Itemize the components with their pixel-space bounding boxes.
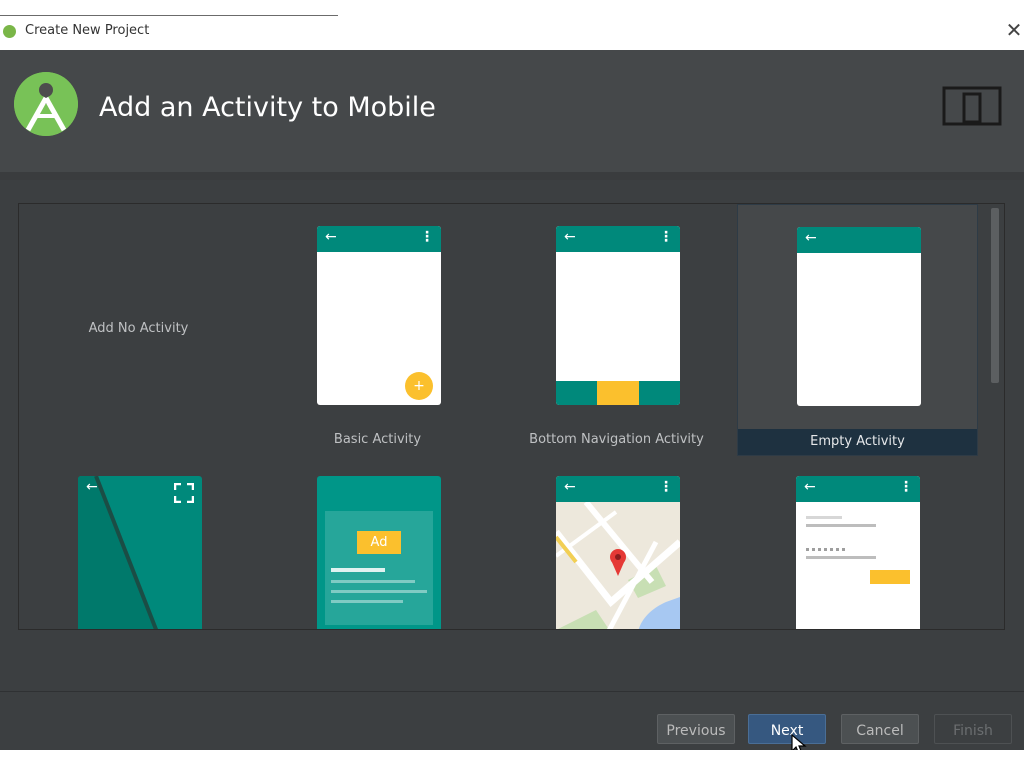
template-add-no-activity[interactable]: Add No Activity [19,204,258,454]
template-label: Basic Activity [333,432,422,447]
app-bar: ← ⋮ [556,476,680,502]
back-arrow-icon: ← [564,479,576,495]
app-bar: ← [797,227,921,253]
password-placeholder [806,548,846,551]
template-empty-activity[interactable]: ← Empty Activity [737,204,978,456]
template-thumbnail: ← ⋮ [556,476,680,629]
fullscreen-icon [174,483,194,503]
template-admob-activity[interactable]: Ad [258,454,497,629]
scrollbar-thumb[interactable] [991,208,999,383]
header-divider [0,172,1024,180]
back-arrow-icon: ← [564,229,576,245]
bottom-nav-selected-item [597,381,639,405]
activity-template-gallery: Add No Activity ← ⋮ + Basic Activity ← ⋮ [18,203,1005,630]
bottom-strip [0,750,1024,767]
template-thumbnail: ← ⋮ [556,226,680,405]
overflow-menu-icon: ⋮ [899,479,913,495]
window-title: Create New Project [25,23,150,38]
back-arrow-icon: ← [804,479,816,495]
back-arrow-icon: ← [805,230,817,246]
text-placeholder [331,600,403,603]
email-underline [806,524,876,527]
page-title: Add an Activity to Mobile [99,92,436,123]
template-label: Bottom Navigation Activity [529,432,704,447]
footer-divider [0,691,1024,692]
sign-in-button-placeholder [870,570,910,584]
close-icon[interactable]: ✕ [1003,19,1024,41]
template-label: Empty Activity [738,429,977,455]
phone-tablet-icon [942,86,1002,126]
overflow-menu-icon: ⋮ [659,229,673,245]
next-button[interactable]: Next [748,714,826,744]
android-studio-icon [14,72,78,136]
overflow-menu-icon: ⋮ [659,479,673,495]
template-basic-activity[interactable]: ← ⋮ + Basic Activity [258,204,497,454]
bottom-nav-bar [556,381,680,405]
app-bar: ← ⋮ [556,226,680,252]
password-underline [806,556,876,559]
template-thumbnail: Ad [317,476,441,629]
back-arrow-icon: ← [86,479,98,495]
window-titlebar: Create New Project ✕ [0,0,1024,50]
template-thumbnail: ← [797,227,921,406]
titlebar-divider [0,15,338,16]
finish-button[interactable]: Finish [934,714,1012,744]
template-thumbnail: ← ⋮ + [317,226,441,405]
template-fullscreen-activity[interactable]: ← [19,454,258,629]
app-bar: ← ⋮ [317,226,441,252]
new-project-dialog: Add an Activity to Mobile Add No Activit… [0,50,1024,750]
cancel-button[interactable]: Cancel [841,714,919,744]
template-bottom-navigation-activity[interactable]: ← ⋮ Bottom Navigation Activity [497,204,736,454]
text-placeholder [331,568,385,572]
overflow-menu-icon: ⋮ [420,229,434,245]
email-placeholder [806,516,842,519]
app-bar: ← ⋮ [796,476,920,502]
map-illustration [556,502,680,629]
back-arrow-icon: ← [325,229,337,245]
dialog-header: Add an Activity to Mobile [0,50,1024,172]
template-thumbnail: ← ⋮ [796,476,920,629]
template-login-activity[interactable]: ← ⋮ [737,454,976,629]
template-google-maps-activity[interactable]: ← ⋮ [497,454,736,629]
template-thumbnail: ← [78,476,202,629]
previous-button[interactable]: Previous [657,714,735,744]
fab-icon: + [405,372,433,400]
android-studio-app-icon [3,25,16,38]
ad-badge: Ad [357,531,401,554]
text-placeholder [331,580,415,583]
template-label: Add No Activity [88,321,189,336]
text-placeholder [331,590,427,593]
